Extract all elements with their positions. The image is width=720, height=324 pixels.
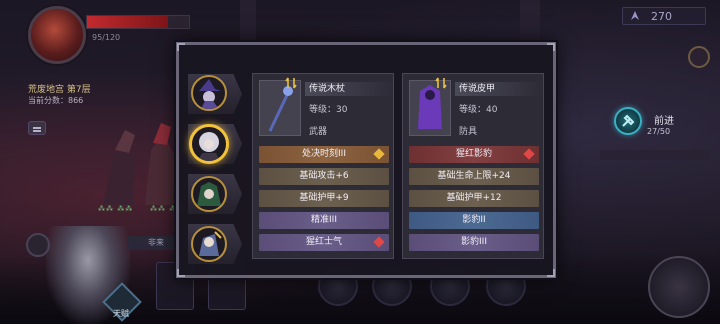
dungeon-floor-label: 荒废地宫 第7层 — [28, 85, 91, 95]
item-name: 传说皮甲 — [455, 82, 543, 96]
item-stat-row: 基础护甲+12 — [409, 190, 539, 207]
item-stat-label: 基础生命上限+24 — [437, 171, 511, 181]
item-stat-row: 影豹III — [409, 234, 539, 251]
item-stat-label: 影豹II — [462, 215, 486, 225]
soul-currency-icon — [631, 11, 639, 20]
gem-icon — [373, 148, 385, 160]
gem-icon — [373, 236, 385, 248]
item-stat-label: 基础护甲+9 — [299, 193, 349, 203]
hp-text: 95/120 — [92, 33, 121, 42]
item-stat-label: 精准III — [311, 215, 337, 225]
item-stat-row: 基础攻击+6 — [259, 168, 389, 185]
item-card-armor[interactable]: 传说皮甲 等级：40 防具 猩红影豹基础生命上限+24 基础护甲+12 影豹II 影豹… — [402, 73, 544, 259]
talent-label: 天赋 — [113, 309, 129, 318]
item-stat-label: 猩红士气 — [305, 237, 342, 247]
white-hair-girl-icon — [198, 132, 220, 161]
witch-icon — [199, 79, 221, 109]
player-portrait[interactable] — [28, 6, 86, 64]
item-stat-row: 基础护甲+9 — [259, 190, 389, 207]
item-level: 等级：30 — [309, 105, 348, 115]
swap-icon — [285, 77, 297, 89]
item-stat-label: 处决时刻III — [302, 149, 346, 159]
item-stat-row: 基础生命上限+24 — [409, 168, 539, 185]
item-card-weapon[interactable]: 传说木杖 等级：30 武器 处决时刻III 基础攻击+6 基础护甲+9 精准III 猩红… — [252, 73, 394, 259]
hp-bar — [86, 15, 190, 29]
item-stat-row: 猩红士气 — [259, 234, 389, 251]
gem-icon — [523, 148, 535, 160]
item-stat-label: 猩红影豹 — [455, 149, 492, 159]
item-level: 等级：40 — [459, 105, 498, 115]
item-stat-label: 基础护甲+12 — [446, 193, 502, 203]
item-type: 武器 — [309, 127, 328, 137]
soul-currency: 270 — [622, 7, 706, 25]
backpack-button[interactable] — [648, 256, 710, 318]
party-status-left: ⁂⁂ ⁂⁂ — [98, 205, 134, 213]
item-type: 防具 — [459, 127, 478, 137]
advance-label: 前进 — [654, 116, 674, 127]
item-stat-label: 基础攻击+6 — [299, 171, 349, 181]
rune-icon[interactable] — [688, 46, 710, 68]
item-stat-row: 影豹II — [409, 212, 539, 229]
swap-icon — [435, 77, 447, 89]
hammer-icon — [622, 114, 635, 127]
hero-avatar-green-haired[interactable] — [191, 176, 227, 212]
item-stat-row: 猩红影豹 — [409, 146, 539, 163]
hero-avatar-witch[interactable] — [191, 75, 227, 111]
party-characters — [103, 123, 175, 205]
advance-button[interactable] — [614, 107, 642, 135]
item-stat-label: 影豹III — [461, 237, 487, 247]
chat-icon[interactable] — [28, 121, 46, 135]
current-score: 当前分数：866 — [28, 96, 84, 105]
item-name: 传说木杖 — [305, 82, 393, 96]
hero-avatar-white-haired[interactable] — [189, 124, 229, 164]
item-stat-row: 精准III — [259, 212, 389, 229]
hero-avatar-mage[interactable] — [191, 226, 227, 262]
currency-value: 270 — [651, 10, 672, 23]
mage-icon — [199, 231, 222, 256]
item-stat-row: 处决时刻III — [259, 146, 389, 163]
green-hair-girl-icon — [197, 182, 221, 206]
hp-bar-fill — [87, 16, 168, 28]
advance-progress: 27/50 — [647, 127, 671, 136]
